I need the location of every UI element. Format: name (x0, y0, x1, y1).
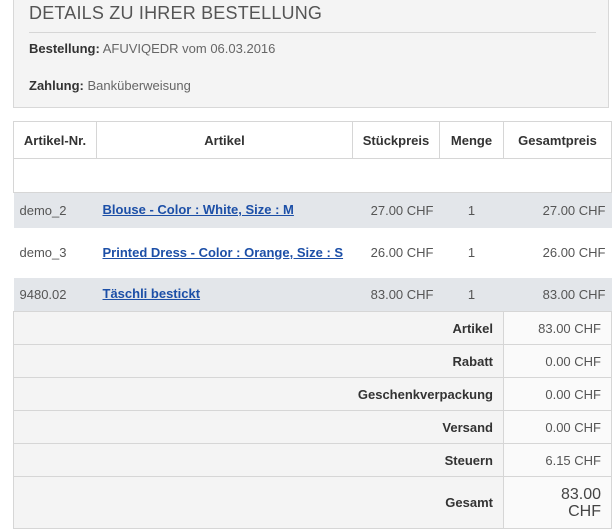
order-value: AFUVIQEDR vom 06.03.2016 (102, 41, 276, 56)
product-link[interactable]: Täschli bestickt (103, 286, 201, 301)
table-row: demo_2 Blouse - Color : White, Size : M … (13, 192, 612, 228)
row-total-price: 27.00 CHF (503, 192, 612, 228)
summary-row-taxes: Steuern 6.15 CHF (13, 443, 612, 477)
payment-value: Banküberweisung (87, 78, 191, 93)
row-article: Täschli bestickt (96, 277, 353, 312)
header-sku: Artikel-Nr. (13, 121, 97, 159)
total-currency: CHF (568, 502, 601, 520)
product-link[interactable]: Blouse - Color : White, Size : M (103, 202, 294, 217)
summary-row-articles: Artikel 83.00 CHF (13, 311, 612, 345)
divider (29, 32, 596, 33)
header-total-price: Gesamtpreis (503, 121, 612, 159)
payment-label: Zahlung: (29, 78, 84, 93)
empty-row (13, 158, 612, 193)
page-title: DETAILS ZU IHRER BESTELLUNG (29, 3, 323, 23)
row-unit-price: 83.00 CHF (352, 277, 440, 312)
summary-value: 0.00 CHF (503, 344, 612, 378)
summary-label: Gesamt (13, 476, 504, 529)
summary-row-shipping: Versand 0.00 CHF (13, 410, 612, 444)
row-total-price: 26.00 CHF (503, 227, 612, 278)
payment-line: Zahlung: Banküberweisung (29, 78, 191, 93)
table-row: 9480.02 Täschli bestickt 83.00 CHF 1 83.… (13, 277, 612, 312)
total-amount: 83.00 (560, 485, 601, 503)
summary-value: 83.00 CHF (503, 311, 612, 345)
table-row: demo_3 Printed Dress - Color : Orange, S… (13, 227, 612, 278)
summary-label: Artikel (13, 311, 504, 345)
summary-value: 0.00 CHF (503, 377, 612, 411)
summary-row-discount: Rabatt 0.00 CHF (13, 344, 612, 378)
summary-label: Rabatt (13, 344, 504, 378)
row-total-price: 83.00 CHF (503, 277, 612, 312)
header-article: Artikel (96, 121, 353, 159)
order-line: Bestellung: AFUVIQEDR vom 06.03.2016 (29, 41, 275, 56)
row-quantity: 1 (439, 277, 504, 312)
total-value: 83.00 CHF (503, 476, 612, 529)
row-sku: 9480.02 (13, 277, 97, 312)
summary-label: Geschenkverpackung (13, 377, 504, 411)
order-table: Artikel-Nr. Artikel Stückpreis Menge Ges… (13, 121, 612, 529)
header-unit-price: Stückpreis (352, 121, 440, 159)
summary-label: Versand (13, 410, 504, 444)
summary-row-total: Gesamt 83.00 CHF (13, 476, 612, 529)
row-unit-price: 26.00 CHF (352, 227, 440, 278)
row-quantity: 1 (439, 227, 504, 278)
summary-label: Steuern (13, 443, 504, 477)
summary-value: 6.15 CHF (503, 443, 612, 477)
row-article: Blouse - Color : White, Size : M (96, 192, 353, 228)
product-link[interactable]: Printed Dress - Color : Orange, Size : S (103, 245, 344, 260)
summary-value: 0.00 CHF (503, 410, 612, 444)
row-quantity: 1 (439, 192, 504, 228)
row-sku: demo_2 (13, 192, 97, 228)
order-details-box: DETAILS ZU IHRER BESTELLUNG Bestellung: … (13, 0, 609, 108)
row-article: Printed Dress - Color : Orange, Size : S (96, 227, 353, 278)
row-unit-price: 27.00 CHF (352, 192, 440, 228)
order-label: Bestellung: (29, 41, 100, 56)
header-quantity: Menge (439, 121, 504, 159)
table-header-row: Artikel-Nr. Artikel Stückpreis Menge Ges… (13, 121, 612, 159)
row-sku: demo_3 (13, 227, 97, 278)
summary-row-gift-wrapping: Geschenkverpackung 0.00 CHF (13, 377, 612, 411)
